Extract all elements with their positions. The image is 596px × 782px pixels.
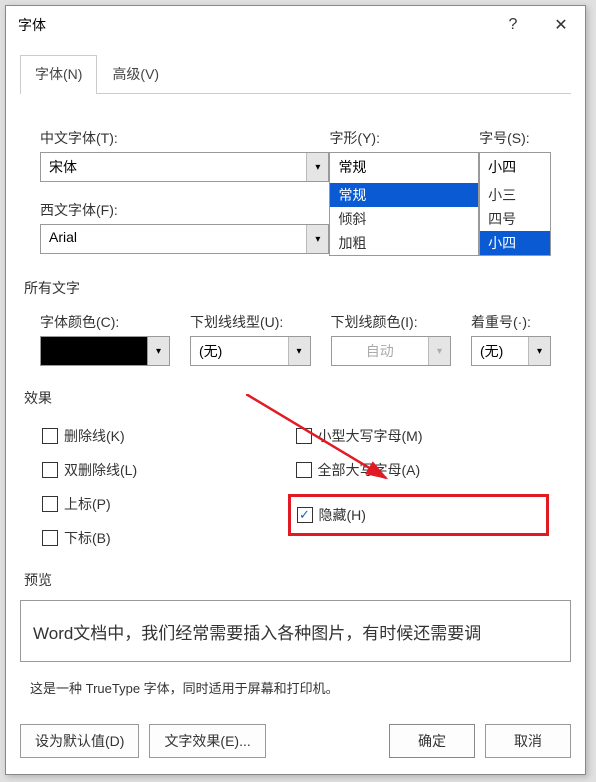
list-item[interactable]: 加粗 <box>330 231 478 255</box>
effects-left: 删除线(K) 双删除线(L) 上标(P) 下标(B) <box>42 426 296 548</box>
help-button[interactable]: ? <box>489 6 537 44</box>
label-size: 字号(S): <box>479 128 551 148</box>
chevron-down-icon[interactable]: ▾ <box>528 337 550 365</box>
cancel-button[interactable]: 取消 <box>485 724 571 758</box>
tab-font[interactable]: 字体(N) <box>20 55 97 94</box>
list-item[interactable]: 小三 <box>480 183 550 207</box>
list-item[interactable]: 小四 <box>480 231 550 255</box>
list-item[interactable]: 常规 <box>330 183 478 207</box>
cn-font-value: 宋体 <box>41 153 306 181</box>
label-underline-style: 下划线线型(U): <box>190 312 311 332</box>
cb-strikethrough[interactable]: 删除线(K) <box>42 426 296 446</box>
chevron-down-icon[interactable]: ▾ <box>147 337 169 365</box>
footer: 设为默认值(D) 文字效果(E)... 确定 取消 <box>6 710 585 774</box>
tab-bar: 字体(N) 高级(V) <box>20 54 571 94</box>
chevron-down-icon[interactable]: ▾ <box>306 153 328 181</box>
style-combo[interactable]: 常规 常规 倾斜 加粗 <box>329 152 479 256</box>
underline-style-dropdown[interactable]: (无) ▾ <box>190 336 311 366</box>
chevron-down-icon[interactable]: ▾ <box>306 225 328 253</box>
underline-style-value: (无) <box>191 337 288 365</box>
effects-right: 小型大写字母(M) 全部大写字母(A) 隐藏(H) <box>296 426 550 548</box>
list-item[interactable]: 倾斜 <box>330 207 478 231</box>
chevron-down-icon: ▾ <box>428 337 450 365</box>
font-dialog: 字体 ? ✕ 字体(N) 高级(V) 中文字体(T): 宋体 ▾ 西文字体(F)… <box>5 5 586 775</box>
label-font-color: 字体颜色(C): <box>40 312 170 332</box>
cn-font-dropdown[interactable]: 宋体 ▾ <box>40 152 329 182</box>
label-emphasis: 着重号(·): <box>471 312 551 332</box>
titlebar: 字体 ? ✕ <box>6 6 585 44</box>
underline-color-dropdown: 自动 ▾ <box>331 336 452 366</box>
underline-color-value: 自动 <box>332 337 429 365</box>
dialog-title: 字体 <box>18 15 46 35</box>
label-style: 字形(Y): <box>329 128 479 148</box>
text-effects-button[interactable]: 文字效果(E)... <box>149 724 265 758</box>
font-color-dropdown[interactable]: ▾ <box>40 336 170 366</box>
label-preview: 预览 <box>24 570 571 590</box>
label-effects: 效果 <box>24 388 571 408</box>
label-west-font: 西文字体(F): <box>40 200 329 220</box>
preview-box: Word文档中，我们经常需要插入各种图片，有时候还需要调 <box>20 600 571 662</box>
chevron-down-icon[interactable]: ▾ <box>288 337 310 365</box>
list-item[interactable]: 四号 <box>480 207 550 231</box>
cb-hidden[interactable]: 隐藏(H) <box>297 505 491 525</box>
cb-all-caps[interactable]: 全部大写字母(A) <box>296 460 550 480</box>
cb-small-caps[interactable]: 小型大写字母(M) <box>296 426 550 446</box>
tab-advanced[interactable]: 高级(V) <box>97 55 174 94</box>
highlight-box: 隐藏(H) <box>288 494 550 536</box>
size-list[interactable]: 小三 四号 小四 <box>480 183 550 255</box>
west-font-value: Arial <box>41 225 306 253</box>
label-all-text: 所有文字 <box>24 278 571 298</box>
emphasis-value: (无) <box>472 337 528 365</box>
size-combo[interactable]: 小四 小三 四号 小四 <box>479 152 551 256</box>
ok-button[interactable]: 确定 <box>389 724 475 758</box>
cb-double-strikethrough[interactable]: 双删除线(L) <box>42 460 296 480</box>
label-underline-color: 下划线颜色(I): <box>331 312 452 332</box>
color-swatch <box>41 337 147 365</box>
size-value: 小四 <box>480 153 550 183</box>
preview-note: 这是一种 TrueType 字体，同时适用于屏幕和打印机。 <box>30 678 571 697</box>
cb-subscript[interactable]: 下标(B) <box>42 528 296 548</box>
emphasis-dropdown[interactable]: (无) ▾ <box>471 336 551 366</box>
style-value: 常规 <box>330 153 478 183</box>
cb-superscript[interactable]: 上标(P) <box>42 494 296 514</box>
set-default-button[interactable]: 设为默认值(D) <box>20 724 139 758</box>
close-button[interactable]: ✕ <box>537 6 585 44</box>
west-font-dropdown[interactable]: Arial ▾ <box>40 224 329 254</box>
style-list[interactable]: 常规 倾斜 加粗 <box>330 183 478 255</box>
preview-text: Word文档中，我们经常需要插入各种图片，有时候还需要调 <box>33 619 481 644</box>
label-cn-font: 中文字体(T): <box>40 128 329 148</box>
